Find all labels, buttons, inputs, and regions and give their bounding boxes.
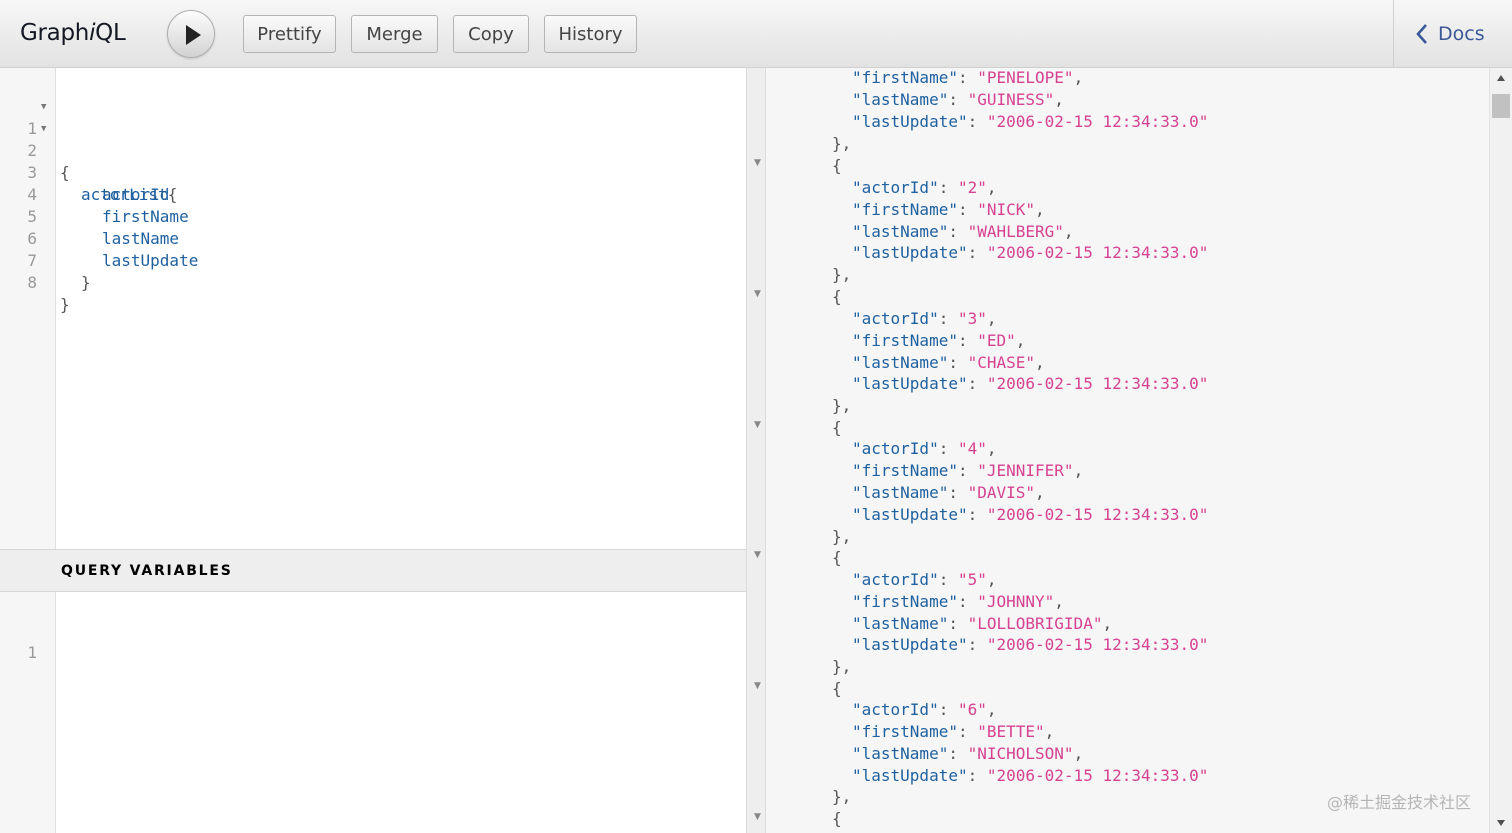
query-variables-header[interactable]: QUERY VARIABLES <box>0 549 746 592</box>
code-line: 3 actorId <box>27 163 170 204</box>
result-line: { <box>832 287 842 306</box>
result-line: "lastName": "NICHOLSON", <box>852 744 1084 763</box>
fold-arrow-icon[interactable]: ▼ <box>754 550 761 560</box>
result-line: "lastName": "GUINESS", <box>852 90 1064 109</box>
execute-query-button[interactable] <box>167 10 215 58</box>
code-line: 5 lastName <box>27 207 180 248</box>
result-viewer[interactable]: "firstName": "PENELOPE", "lastName": "GU… <box>766 68 1489 833</box>
result-line: { <box>832 679 842 698</box>
scroll-down-icon[interactable] <box>1496 819 1506 827</box>
fold-arrow-icon[interactable]: ▼ <box>41 96 46 118</box>
graphiql-logo: GraphiQL <box>20 20 126 46</box>
result-line: "actorId": "2", <box>852 178 997 197</box>
copy-button[interactable]: Copy <box>453 15 529 53</box>
docs-button[interactable]: Docs <box>1393 0 1512 68</box>
result-line: "lastUpdate": "2006-02-15 12:34:33.0" <box>852 766 1209 785</box>
result-line: }, <box>832 657 852 676</box>
result-line: "actorId": "4", <box>852 439 997 458</box>
pane-divider[interactable]: ▼ ▼ ▼ ▼ ▼ ▼ <box>746 68 766 833</box>
result-line: "lastName": "LOLLOBRIGIDA", <box>852 614 1113 633</box>
result-line: "actorId": "5", <box>852 570 997 589</box>
result-line: "firstName": "JENNIFER", <box>852 461 1084 480</box>
code-line: 7 } <box>27 251 91 292</box>
code-line: 2 ▼ actorList{ <box>0 118 746 204</box>
watermark: @稀土掘金技术社区 <box>1327 793 1472 812</box>
prettify-button[interactable]: Prettify <box>243 15 336 53</box>
result-line: }, <box>832 787 852 806</box>
result-line: }, <box>832 527 852 546</box>
fold-arrow-icon[interactable]: ▼ <box>41 118 46 140</box>
result-line: { <box>832 418 842 437</box>
result-line: "lastUpdate": "2006-02-15 12:34:33.0" <box>852 635 1209 654</box>
result-line: "firstName": "NICK", <box>852 200 1045 219</box>
fold-arrow-icon[interactable]: ▼ <box>754 158 761 168</box>
code-line: 8 } <box>27 273 70 314</box>
merge-button[interactable]: Merge <box>351 15 438 53</box>
result-line: "lastUpdate": "2006-02-15 12:34:33.0" <box>852 112 1209 131</box>
result-line: { <box>832 156 842 175</box>
result-scrollbar[interactable] <box>1489 68 1512 833</box>
result-line: { <box>832 809 842 828</box>
result-line: "lastName": "WAHLBERG", <box>852 222 1074 241</box>
result-line: "lastName": "DAVIS", <box>852 483 1045 502</box>
code-line: 1 ▼ { <box>0 96 746 182</box>
result-line: "firstName": "BETTE", <box>852 722 1055 741</box>
fold-arrow-icon[interactable]: ▼ <box>754 289 761 299</box>
fold-arrow-icon[interactable]: ▼ <box>754 812 761 822</box>
chevron-left-icon <box>1416 24 1427 44</box>
toolbar: GraphiQL Prettify Merge Copy History Doc… <box>0 0 1512 68</box>
result-line: "lastUpdate": "2006-02-15 12:34:33.0" <box>852 505 1209 524</box>
variables-editor[interactable]: 1 <box>0 620 746 662</box>
scrollbar-thumb[interactable] <box>1492 94 1510 118</box>
result-line: "firstName": "ED", <box>852 331 1026 350</box>
code-line: 4 firstName <box>27 185 189 226</box>
result-line: }, <box>832 134 852 153</box>
result-line: "lastUpdate": "2006-02-15 12:34:33.0" <box>852 374 1209 393</box>
result-line: "actorId": "6", <box>852 700 997 719</box>
result-line: "firstName": "JOHNNY", <box>852 592 1064 611</box>
result-line: "actorId": "3", <box>852 309 997 328</box>
play-icon <box>186 25 201 45</box>
result-line: "lastName": "CHASE", <box>852 353 1045 372</box>
history-button[interactable]: History <box>544 15 637 53</box>
result-line: }, <box>832 396 852 415</box>
fold-arrow-icon[interactable]: ▼ <box>754 420 761 430</box>
result-line: { <box>832 548 842 567</box>
docs-label: Docs <box>1438 23 1485 45</box>
fold-arrow-icon[interactable]: ▼ <box>754 681 761 691</box>
result-line: }, <box>832 265 852 284</box>
scroll-up-icon[interactable] <box>1496 74 1506 82</box>
code-line: 6 lastUpdate <box>27 229 199 270</box>
query-editor[interactable]: 1 ▼ { 2 ▼ actorList{ 3 actorId 4 firstNa… <box>0 68 746 833</box>
result-line: "lastUpdate": "2006-02-15 12:34:33.0" <box>852 243 1209 262</box>
result-line: "firstName": "PENELOPE", <box>852 68 1084 87</box>
